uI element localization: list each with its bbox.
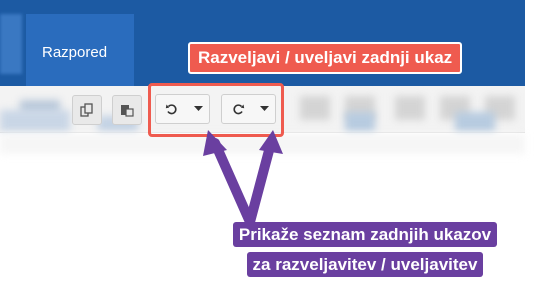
history-dropdown-callout: Prikaže seznam zadnjih ukazov za razvelj…: [192, 220, 538, 280]
paste-button[interactable]: [112, 95, 142, 125]
copy-button[interactable]: [72, 95, 102, 125]
undo-redo-highlight-box: [148, 83, 284, 137]
blurred-toolbar-item: [455, 112, 495, 132]
undo-redo-callout: Razveljavi / uveljavi zadnji ukaz: [188, 42, 463, 74]
history-callout-line1: Prikaže seznam zadnjih ukazov: [232, 222, 498, 247]
copy-icon: [80, 103, 93, 117]
blurred-content-strip: [0, 134, 525, 154]
blurred-toolbar-item: [300, 96, 330, 120]
blurred-tab[interactable]: [0, 14, 22, 74]
history-callout-line2: za razveljavitev / uveljavitev: [246, 252, 484, 277]
blurred-toolbar-item: [0, 110, 70, 132]
blurred-toolbar-item: [395, 96, 425, 120]
paste-icon: [121, 105, 134, 117]
tab-razpored-label: Razpored: [42, 44, 108, 61]
blurred-toolbar-item: [345, 112, 375, 132]
